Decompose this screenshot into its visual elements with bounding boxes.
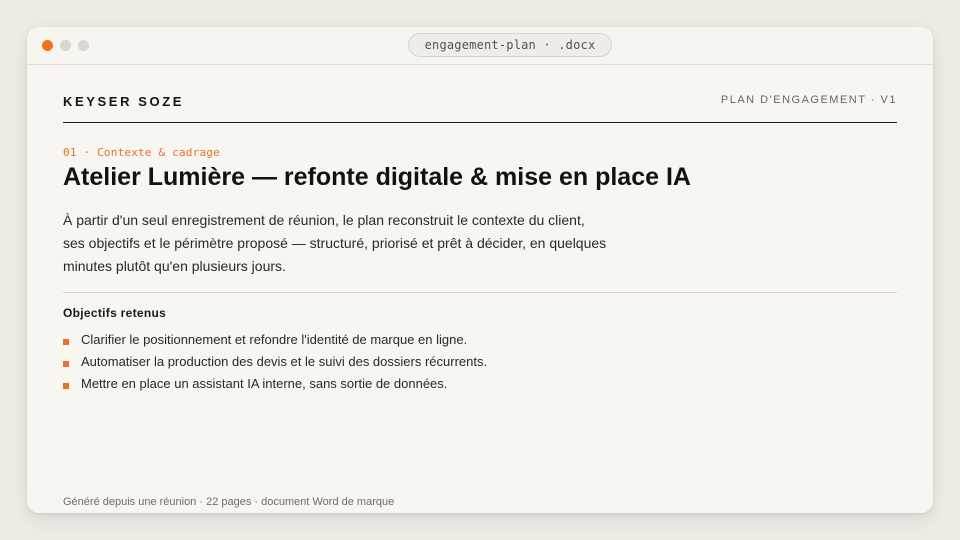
objectives-heading: Objectifs retenus (63, 306, 167, 320)
intro-paragraph: À partir d'un seul enregistrement de réu… (63, 212, 607, 274)
footer-note: Généré depuis une réunion · 22 pages · d… (63, 496, 395, 508)
square-bullet-icon (63, 383, 69, 389)
square-bullet-icon (63, 361, 69, 367)
objectives-list: Clarifier le positionnement et refondre … (63, 329, 487, 395)
objective-text: Automatiser la production des devis et l… (81, 354, 488, 369)
square-bullet-icon (63, 339, 69, 345)
section-divider (63, 292, 897, 293)
window-titlebar: engagement-plan · .docx (27, 27, 933, 65)
document-label: PLAN D'ENGAGEMENT · V1 (720, 94, 897, 106)
objective-text: Mettre en place un assistant IA interne,… (81, 376, 448, 391)
close-window-button[interactable] (42, 40, 53, 51)
list-item: Mettre en place un assistant IA interne,… (63, 373, 487, 395)
section-kicker: 01 · Contexte & cadrage (63, 146, 220, 159)
document-title: Atelier Lumière — refonte digitale & mis… (63, 163, 691, 191)
minimize-window-button[interactable] (60, 40, 71, 51)
document-tab-title[interactable]: engagement-plan · .docx (408, 33, 612, 57)
header-divider (63, 122, 897, 123)
app-window: engagement-plan · .docx KEYSER SOZE PLAN… (27, 27, 933, 513)
brand-name: KEYSER SOZE (63, 94, 185, 109)
maximize-window-button[interactable] (78, 40, 89, 51)
list-item: Clarifier le positionnement et refondre … (63, 329, 487, 351)
list-item: Automatiser la production des devis et l… (63, 351, 487, 373)
objective-text: Clarifier le positionnement et refondre … (81, 332, 468, 347)
